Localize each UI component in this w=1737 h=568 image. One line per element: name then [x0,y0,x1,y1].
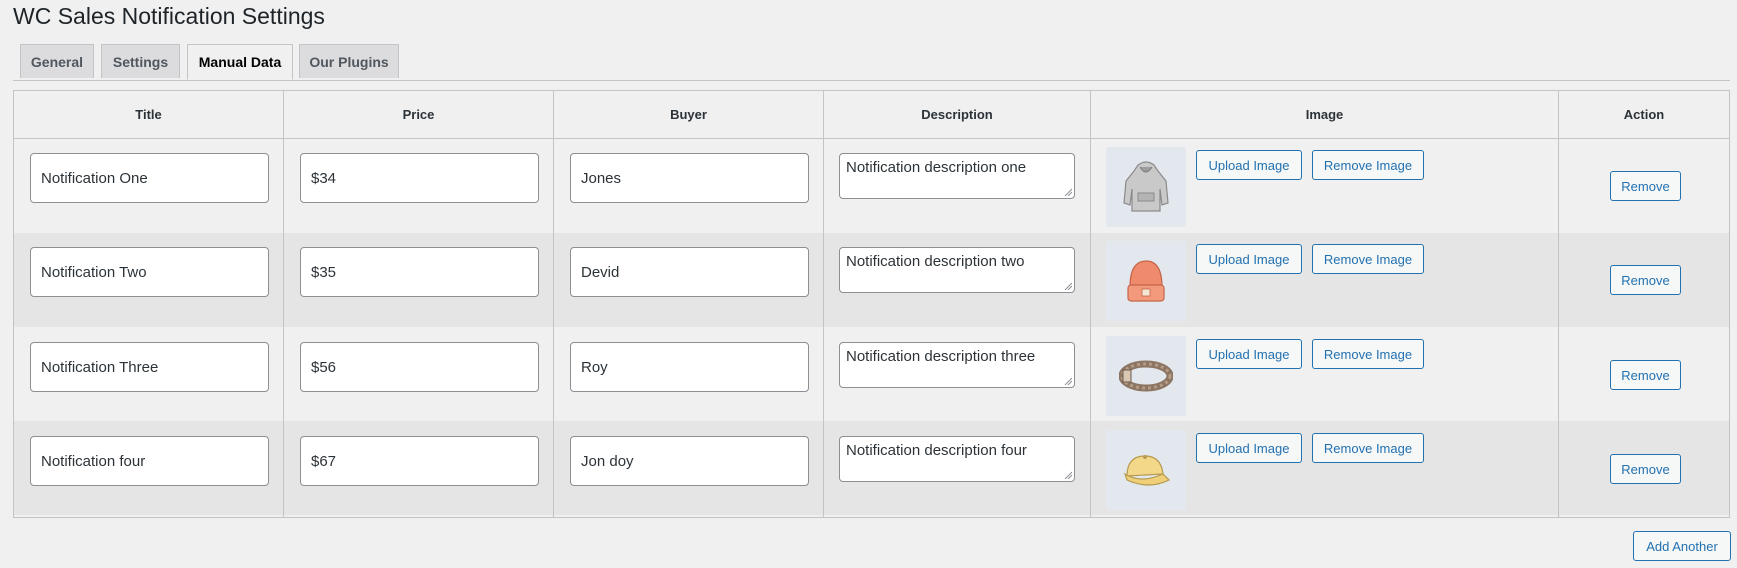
header-price: Price [402,107,435,122]
tab-manual-data[interactable]: Manual Data [187,44,293,80]
description-textarea[interactable]: Notification description three [839,342,1075,388]
price-field[interactable]: $67 [300,436,539,486]
remove-image-button[interactable]: Remove Image [1312,150,1424,180]
remove-image-button[interactable]: Remove Image [1312,433,1424,463]
buyer-field[interactable]: Devid [570,247,809,297]
resize-handle-icon[interactable] [1064,471,1072,479]
table-header-row: Title Price Buyer Description Image Acti… [14,91,1729,139]
title-field[interactable]: Notification Three [30,342,269,392]
product-thumbnail [1106,336,1186,416]
buyer-field[interactable]: Jones [570,153,809,203]
product-thumbnail [1106,147,1186,227]
cap-icon [1123,455,1171,486]
product-thumbnail [1106,430,1186,510]
price-field[interactable]: $34 [300,153,539,203]
page-title: WC Sales Notification Settings [13,3,325,29]
table-row: Notification One $34 Jones Notification … [14,139,1729,233]
header-image: Image [1305,107,1344,122]
title-field[interactable]: Notification One [30,153,269,203]
tab-settings[interactable]: Settings [101,44,180,78]
remove-row-button[interactable]: Remove [1610,454,1681,484]
upload-image-button[interactable]: Upload Image [1196,433,1302,463]
column-divider [553,91,554,517]
header-title: Title [135,107,162,122]
beanie-icon [1127,260,1165,302]
description-text: Notification description two [846,253,1025,270]
remove-row-button[interactable]: Remove [1610,265,1681,295]
tab-our-plugins[interactable]: Our Plugins [299,44,399,78]
resize-handle-icon[interactable] [1064,377,1072,385]
table-row: Notification Two $35 Devid Notification … [14,233,1729,327]
add-another-button[interactable]: Add Another [1633,531,1731,561]
description-text: Notification description three [846,348,1036,365]
remove-image-button[interactable]: Remove Image [1312,339,1424,369]
product-thumbnail [1106,241,1186,321]
upload-image-button[interactable]: Upload Image [1196,244,1302,274]
resize-handle-icon[interactable] [1064,282,1072,290]
tab-general[interactable]: General [20,44,94,78]
header-action: Action [1623,107,1665,122]
header-description: Description [921,107,993,122]
description-textarea[interactable]: Notification description two [839,247,1075,293]
price-field[interactable]: $56 [300,342,539,392]
column-divider [283,91,284,517]
upload-image-button[interactable]: Upload Image [1196,339,1302,369]
description-textarea[interactable]: Notification description one [839,153,1075,199]
title-field[interactable]: Notification four [30,436,269,486]
hoodie-icon [1123,161,1169,212]
title-field[interactable]: Notification Two [30,247,269,297]
remove-row-button[interactable]: Remove [1610,360,1681,390]
description-text: Notification description one [846,159,1027,176]
table-row: Notification Three $56 Roy Notification … [14,327,1729,421]
tab-bar: General Settings Manual Data Our Plugins [13,44,1730,81]
remove-image-button[interactable]: Remove Image [1312,244,1424,274]
resize-handle-icon[interactable] [1064,188,1072,196]
header-buyer: Buyer [670,107,707,122]
description-textarea[interactable]: Notification description four [839,436,1075,482]
price-field[interactable]: $35 [300,247,539,297]
upload-image-button[interactable]: Upload Image [1196,150,1302,180]
buyer-field[interactable]: Jon doy [570,436,809,486]
column-divider [823,91,824,517]
description-text: Notification description four [846,442,1027,459]
belt-icon [1119,360,1173,392]
remove-row-button[interactable]: Remove [1610,171,1681,201]
column-divider [1090,91,1091,517]
column-divider [1558,91,1559,517]
table-row: Notification four $67 Jon doy Notificati… [14,421,1729,515]
manual-data-table: Title Price Buyer Description Image Acti… [13,90,1730,518]
buyer-field[interactable]: Roy [570,342,809,392]
